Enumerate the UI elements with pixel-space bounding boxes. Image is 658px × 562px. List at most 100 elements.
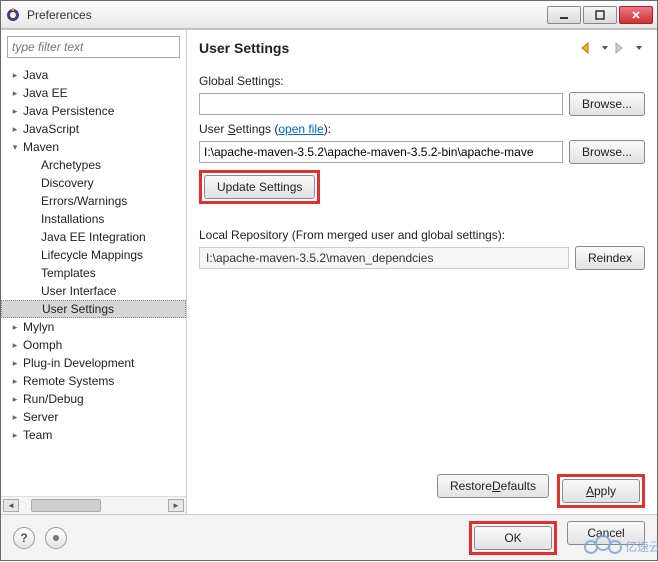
- nav-back-button[interactable]: [579, 40, 597, 56]
- expand-icon[interactable]: ▸: [9, 87, 21, 99]
- preferences-window: Preferences ▸Java▸Java EE▸Java Persisten…: [0, 0, 658, 561]
- open-file-link[interactable]: open file: [278, 122, 323, 136]
- tree-item-java[interactable]: ▸Java: [1, 66, 186, 84]
- expand-icon[interactable]: ▸: [9, 69, 21, 81]
- expand-icon[interactable]: ▸: [9, 393, 21, 405]
- tree-item-label: Java EE Integration: [41, 230, 146, 244]
- restore-defaults-button[interactable]: Restore Defaults: [437, 474, 549, 498]
- footer: ? OK Cancel: [1, 514, 657, 560]
- expand-icon[interactable]: ▸: [9, 411, 21, 423]
- tree-item-label: Discovery: [41, 176, 94, 190]
- expand-icon[interactable]: ▸: [9, 321, 21, 333]
- highlight-apply: Apply: [557, 474, 645, 508]
- tree-spacer: [27, 285, 39, 297]
- user-settings-input[interactable]: [199, 141, 563, 163]
- tree-item-templates[interactable]: Templates: [1, 264, 186, 282]
- tree-item-oomph[interactable]: ▸Oomph: [1, 336, 186, 354]
- tree-item-label: Server: [23, 410, 58, 424]
- tree-item-maven[interactable]: ▾Maven: [1, 138, 186, 156]
- tree-spacer: [27, 177, 39, 189]
- tree-item-label: Lifecycle Mappings: [41, 248, 143, 262]
- expand-icon[interactable]: ▸: [9, 357, 21, 369]
- tree-item-label: Java EE: [23, 86, 68, 100]
- scroll-right-arrow[interactable]: ►: [168, 499, 184, 512]
- tree-item-installations[interactable]: Installations: [1, 210, 186, 228]
- tree-spacer: [27, 249, 39, 261]
- expand-icon[interactable]: ▸: [9, 429, 21, 441]
- tree-spacer: [27, 213, 39, 225]
- tree-item-run-debug[interactable]: ▸Run/Debug: [1, 390, 186, 408]
- tree-item-label: Maven: [23, 140, 59, 154]
- tree-item-label: Remote Systems: [23, 374, 114, 388]
- expand-icon[interactable]: ▸: [9, 105, 21, 117]
- svg-text:亿速云: 亿速云: [625, 539, 658, 554]
- global-settings-label: Global Settings:: [199, 74, 645, 88]
- tree-item-user-settings[interactable]: User Settings: [1, 300, 186, 318]
- tree-spacer: [27, 231, 39, 243]
- tree-item-label: Java Persistence: [23, 104, 114, 118]
- tree-item-team[interactable]: ▸Team: [1, 426, 186, 444]
- tree-item-errors-warnings[interactable]: Errors/Warnings: [1, 192, 186, 210]
- tree-item-mylyn[interactable]: ▸Mylyn: [1, 318, 186, 336]
- update-settings-button[interactable]: Update Settings: [204, 175, 315, 199]
- ok-button[interactable]: OK: [474, 526, 552, 550]
- tree-item-label: JavaScript: [23, 122, 79, 136]
- scroll-left-arrow[interactable]: ◄: [3, 499, 19, 512]
- tree-item-label: Plug-in Development: [23, 356, 134, 370]
- user-settings-label: User Settings (open file):: [199, 122, 645, 136]
- browse-global-button[interactable]: Browse...: [569, 92, 645, 116]
- expand-icon[interactable]: ▸: [9, 123, 21, 135]
- filter-box: [7, 36, 180, 58]
- apply-button[interactable]: Apply: [562, 479, 640, 503]
- tree-item-label: Mylyn: [23, 320, 54, 334]
- tree-item-plug-in-development[interactable]: ▸Plug-in Development: [1, 354, 186, 372]
- tree-item-user-interface[interactable]: User Interface: [1, 282, 186, 300]
- tree-item-label: Oomph: [23, 338, 62, 352]
- global-settings-input[interactable]: [199, 93, 563, 115]
- tree-item-label: User Settings: [42, 302, 114, 316]
- tree-item-label: Installations: [41, 212, 104, 226]
- tree-item-java-persistence[interactable]: ▸Java Persistence: [1, 102, 186, 120]
- tree-item-java-ee-integration[interactable]: Java EE Integration: [1, 228, 186, 246]
- highlight-ok: OK: [469, 521, 557, 555]
- collapse-icon[interactable]: ▾: [9, 141, 21, 153]
- tree-item-label: Archetypes: [41, 158, 101, 172]
- tree-item-javascript[interactable]: ▸JavaScript: [1, 120, 186, 138]
- tree-item-label: Run/Debug: [23, 392, 84, 406]
- preference-tree[interactable]: ▸Java▸Java EE▸Java Persistence▸JavaScrip…: [1, 64, 186, 496]
- tree-spacer: [27, 267, 39, 279]
- nav-forward-menu[interactable]: [633, 40, 645, 56]
- page-title: User Settings: [199, 40, 579, 56]
- maximize-button[interactable]: [583, 6, 617, 24]
- reindex-button[interactable]: Reindex: [575, 246, 645, 270]
- watermark-logo: 亿速云: [579, 531, 658, 562]
- nav-forward-button[interactable]: [613, 40, 631, 56]
- highlight-update-settings: Update Settings: [199, 170, 320, 204]
- tree-spacer: [28, 303, 40, 315]
- filter-input[interactable]: [7, 36, 180, 58]
- nav-back-menu[interactable]: [599, 40, 611, 56]
- app-icon: [5, 7, 21, 23]
- local-repo-label: Local Repository (From merged user and g…: [199, 228, 645, 242]
- sidebar: ▸Java▸Java EE▸Java Persistence▸JavaScrip…: [1, 30, 187, 514]
- tree-item-remote-systems[interactable]: ▸Remote Systems: [1, 372, 186, 390]
- window-title: Preferences: [27, 8, 547, 22]
- tree-item-label: Templates: [41, 266, 96, 280]
- help-button[interactable]: ?: [13, 527, 35, 549]
- tree-item-server[interactable]: ▸Server: [1, 408, 186, 426]
- tree-item-archetypes[interactable]: Archetypes: [1, 156, 186, 174]
- sidebar-hscrollbar[interactable]: ◄ ►: [1, 496, 186, 514]
- minimize-button[interactable]: [547, 6, 581, 24]
- close-button[interactable]: [619, 6, 653, 24]
- tree-item-label: User Interface: [41, 284, 116, 298]
- scroll-thumb[interactable]: [31, 499, 101, 512]
- expand-icon[interactable]: ▸: [9, 339, 21, 351]
- tree-item-label: Team: [23, 428, 52, 442]
- tree-item-java-ee[interactable]: ▸Java EE: [1, 84, 186, 102]
- tree-item-lifecycle-mappings[interactable]: Lifecycle Mappings: [1, 246, 186, 264]
- expand-icon[interactable]: ▸: [9, 375, 21, 387]
- import-export-button[interactable]: [45, 527, 67, 549]
- tree-item-discovery[interactable]: Discovery: [1, 174, 186, 192]
- tree-item-label: Java: [23, 68, 48, 82]
- browse-user-button[interactable]: Browse...: [569, 140, 645, 164]
